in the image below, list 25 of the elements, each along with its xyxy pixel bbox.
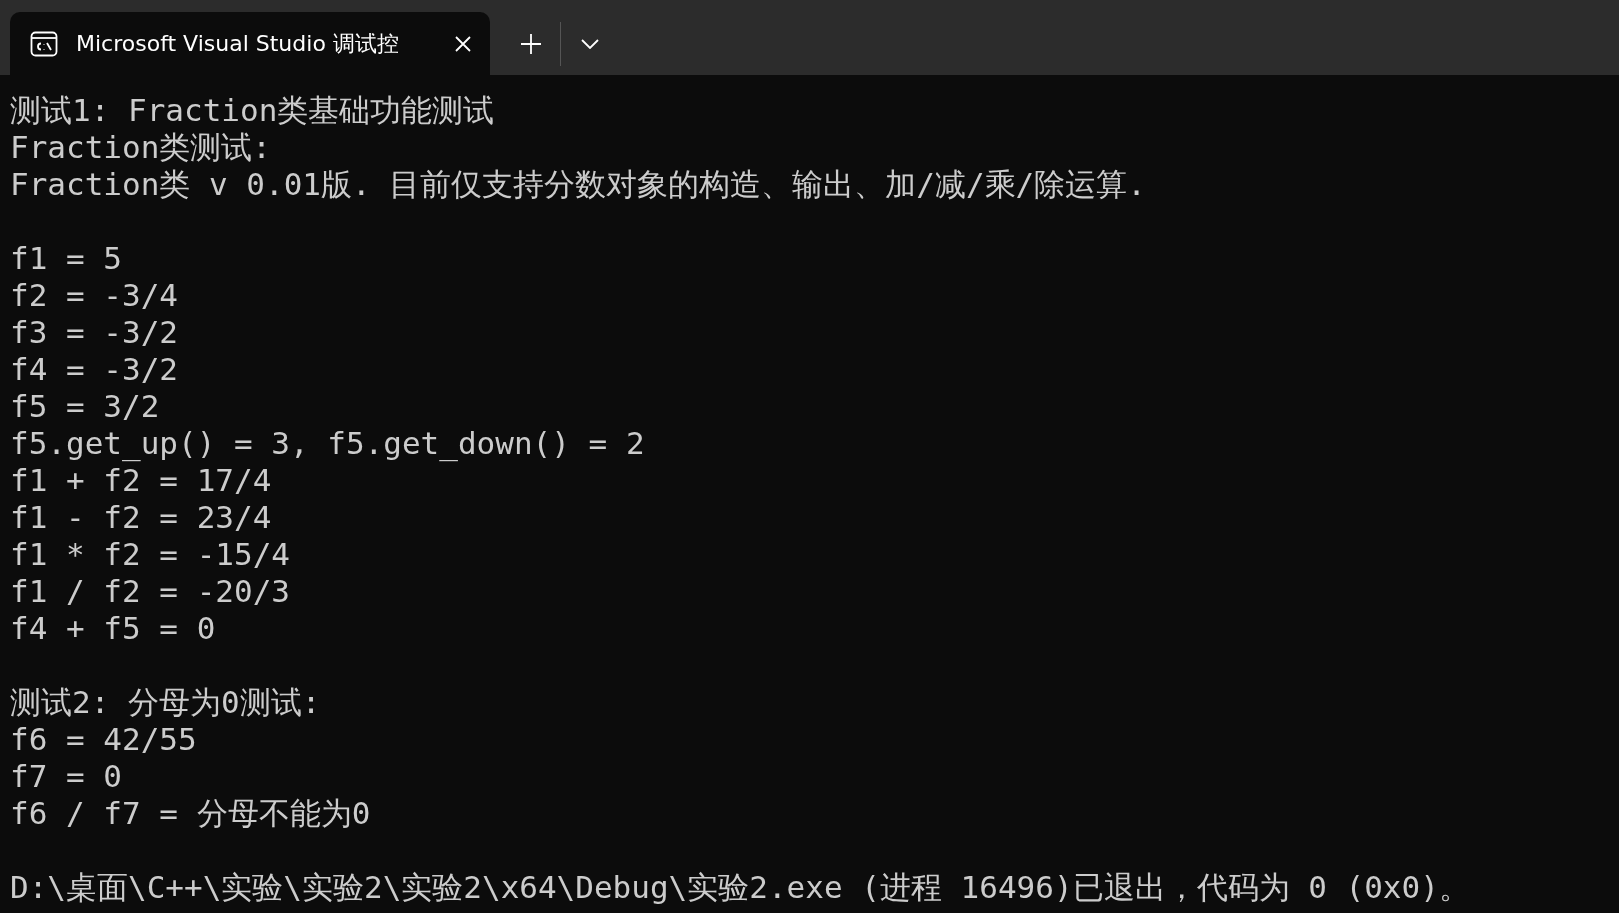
- console-line: f6 = 42/55: [10, 721, 197, 758]
- console-line: f1 - f2 = 23/4: [10, 499, 272, 536]
- console-line: f2 = -3/4: [10, 277, 178, 314]
- console-line: f5.get_up() = 3, f5.get_down() = 2: [10, 425, 645, 462]
- console-line: f7 = 0: [10, 758, 122, 795]
- plus-icon: [520, 32, 542, 55]
- console-line: f1 = 5: [10, 240, 122, 277]
- tab-title: Microsoft Visual Studio 调试控: [76, 29, 400, 58]
- console-line: 测试1: Fraction类基础功能测试: [10, 92, 495, 129]
- console-line: 测试2: 分母为0测试:: [10, 684, 321, 721]
- close-icon[interactable]: [454, 34, 472, 53]
- console-line: f6 / f7 = 分母不能为0: [10, 795, 371, 832]
- console-line: D:\桌面\C++\实验\实验2\实验2\x64\Debug\实验2.exe (进程 16496)已退出，代码为 0 (0x0)。: [10, 869, 1470, 906]
- console-line: f4 + f5 = 0: [10, 610, 216, 647]
- console-line: Fraction类测试:: [10, 129, 271, 166]
- console-line: f1 / f2 = -20/3: [10, 573, 290, 610]
- console-window-icon: [30, 29, 58, 58]
- console-line: f1 + f2 = 17/4: [10, 462, 272, 499]
- terminal-tab[interactable]: Microsoft Visual Studio 调试控: [10, 12, 490, 75]
- console-line: f1 * f2 = -15/4: [10, 536, 290, 573]
- console-line: f4 = -3/2: [10, 351, 178, 388]
- chevron-down-icon: [581, 38, 599, 49]
- console-line: Fraction类 v 0.01版. 目前仅支持分数对象的构造、输出、加/减/乘/除运算.: [10, 166, 1146, 203]
- console-line: f3 = -3/2: [10, 314, 178, 351]
- console-line: f5 = 3/2: [10, 388, 160, 425]
